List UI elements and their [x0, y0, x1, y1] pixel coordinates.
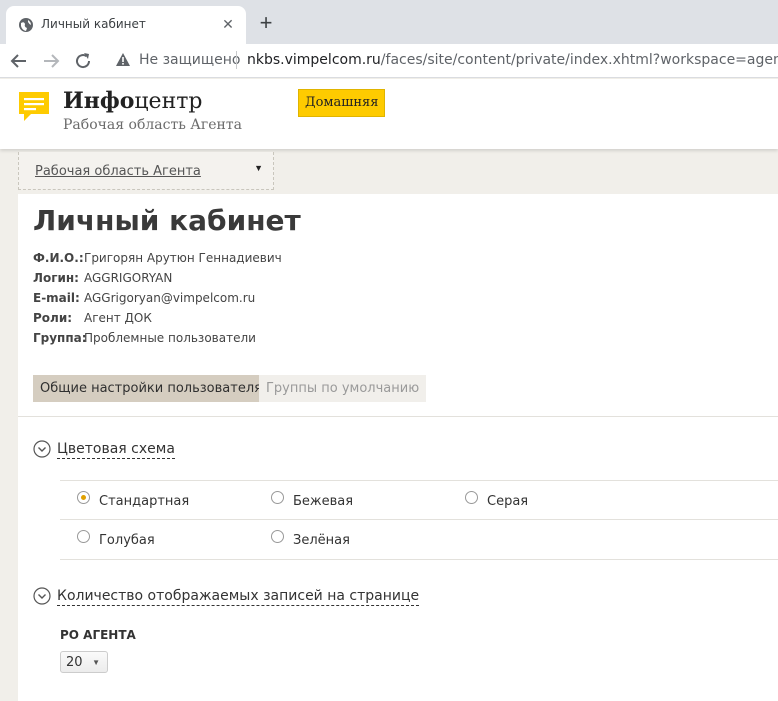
logo-title[interactable]: Инфоцентр: [63, 88, 203, 114]
browser-tab-bar: Личный кабинет ✕ +: [0, 0, 778, 44]
radio-standard[interactable]: [77, 491, 90, 504]
warning-icon[interactable]: [115, 52, 131, 68]
back-arrow-icon[interactable]: [7, 49, 31, 73]
logo-subtitle: Рабочая область Агента: [63, 117, 242, 133]
login-value: AGGRIGORYAN: [84, 271, 173, 285]
reload-icon[interactable]: [71, 49, 95, 73]
address-separator: [236, 51, 237, 69]
globe-icon: [19, 18, 33, 32]
radio-standard-label[interactable]: Стандартная: [99, 494, 189, 509]
new-tab-button[interactable]: +: [256, 12, 276, 34]
workspace-dropdown-label[interactable]: Рабочая область Агента: [35, 164, 201, 179]
not-secure-label[interactable]: Не защищено: [139, 52, 240, 68]
group-value: Проблемные пользователи: [84, 331, 256, 345]
forward-arrow-icon[interactable]: [39, 49, 63, 73]
tab-general-settings[interactable]: Общие настройки пользователя: [33, 375, 269, 402]
fio-value: Григорян Арутюн Геннадиевич: [84, 251, 282, 265]
home-button[interactable]: Домашняя: [298, 89, 386, 117]
roles-value: Агент ДОК: [84, 311, 152, 325]
email-value: AGGrigoryan@vimpelcom.ru: [84, 291, 256, 305]
tab-default-groups[interactable]: Группы по умолчанию: [259, 375, 427, 402]
divider: [60, 559, 778, 560]
browser-tab[interactable]: Личный кабинет ✕: [6, 6, 246, 44]
page-title: Личный кабинет: [33, 204, 301, 237]
radio-green[interactable]: [271, 530, 284, 543]
logo-title-bold: Инфо: [63, 88, 135, 114]
roles-label: Роли:: [33, 311, 73, 325]
chevron-down-circle-icon[interactable]: [33, 440, 51, 458]
divider: [60, 480, 778, 481]
divider: [60, 519, 778, 520]
radio-grey-label[interactable]: Серая: [487, 494, 528, 509]
color-scheme-title[interactable]: Цветовая схема: [57, 441, 175, 459]
ro-agent-label: РО АГЕНТА: [60, 628, 136, 642]
fio-label: Ф.И.О.:: [33, 251, 84, 265]
login-label: Логин:: [33, 271, 79, 285]
caret-down-icon: ▼: [92, 658, 100, 667]
divider: [18, 416, 778, 417]
radio-beige-label[interactable]: Бежевая: [293, 494, 353, 509]
records-per-page-value: 20: [66, 655, 83, 670]
url-path: /faces/site/content/private/index.xhtml?…: [380, 52, 778, 68]
url-field[interactable]: nkbs.vimpelcom.ru/faces/site/content/pri…: [247, 52, 778, 68]
radio-beige[interactable]: [271, 491, 284, 504]
close-tab-icon[interactable]: ✕: [220, 16, 236, 32]
logo-title-rest: центр: [134, 89, 203, 114]
url-host: nkbs.vimpelcom.ru: [247, 52, 381, 68]
group-label: Группа:: [33, 331, 87, 345]
radio-grey[interactable]: [465, 491, 478, 504]
radio-green-label[interactable]: Зелёная: [293, 533, 350, 548]
radio-blue[interactable]: [77, 530, 90, 543]
browser-tab-title: Личный кабинет: [41, 17, 146, 31]
records-per-page-select[interactable]: 20 ▼: [60, 651, 108, 673]
records-per-page-title[interactable]: Количество отображаемых записей на стран…: [57, 588, 420, 606]
caret-down-icon: ▼: [254, 163, 263, 173]
radio-blue-label[interactable]: Голубая: [99, 533, 155, 548]
chevron-down-circle-icon[interactable]: [33, 587, 51, 605]
chat-bubble-logo-icon[interactable]: [17, 90, 51, 124]
email-label: E-mail:: [33, 291, 80, 305]
workspace-dropdown[interactable]: Рабочая область Агента ▼: [18, 152, 274, 190]
